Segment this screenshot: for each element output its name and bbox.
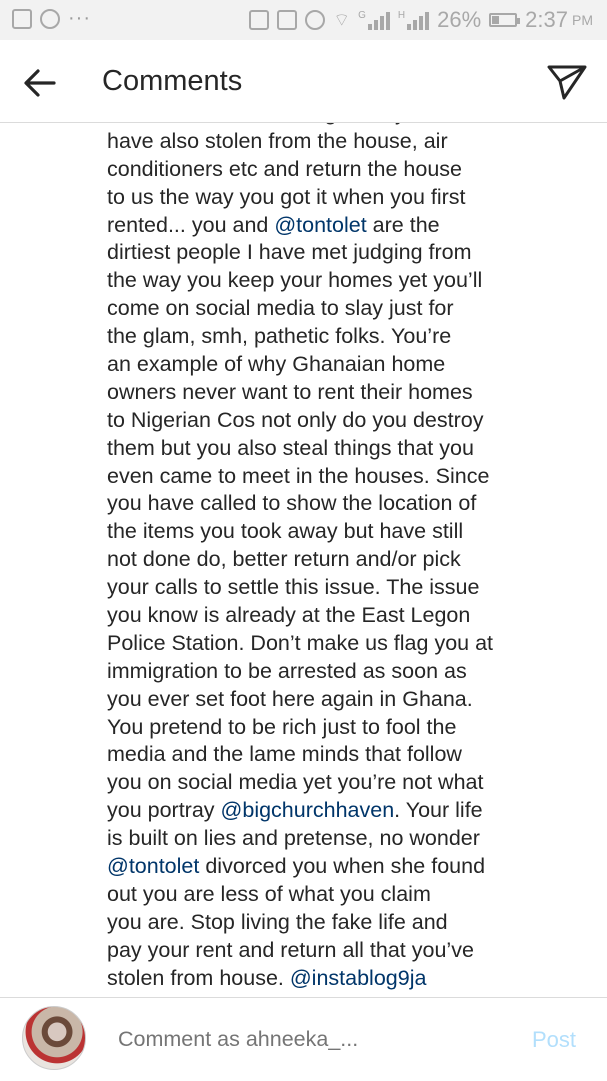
comment-text-segment: them but you also steal things that you — [107, 435, 474, 460]
comment-text-segment: owners never want to rent their homes — [107, 379, 473, 404]
status-left: ··· — [12, 7, 91, 30]
signal-g-icon: G — [358, 10, 390, 30]
clock-ampm: PM — [572, 12, 593, 28]
comment-text-segment: divorced you when she found — [199, 854, 486, 879]
comment-line: you ever set foot here again in Ghana. — [107, 686, 577, 714]
comment-text-segment: to us the way you got it when you first — [107, 184, 466, 209]
alarm-icon — [305, 10, 326, 30]
send-direct-icon[interactable] — [546, 62, 588, 102]
comment-line: you are. Stop living the fake life and — [107, 909, 577, 937]
comment-line: you know is already at the East Legon — [107, 602, 577, 630]
post-button[interactable]: Post — [532, 1027, 576, 1053]
comment-line: @tontolet divorced you when she found — [107, 853, 577, 881]
status-right: ⌔ G H 26% 2:37 PM — [249, 7, 593, 33]
comment-text-segment: you on social media yet you’re not what — [107, 770, 484, 795]
comment-line: you portray @bigchurchhaven. Your life — [107, 797, 577, 825]
mention-link[interactable]: @bigchurchhaven — [221, 798, 395, 822]
comment-line: is built on lies and pretense, no wonder — [107, 825, 577, 853]
comment-text-segment: an example of why Ghanaian home — [107, 352, 446, 377]
comment-line: an example of why Ghanaian home — [107, 351, 577, 379]
comment-line: them but you also steal things that you — [107, 435, 577, 463]
comment-text: rent. Return all the things that youhave… — [107, 100, 577, 1020]
comment-text-segment: Police Station. Don’t make us flag you a… — [107, 630, 494, 655]
comment-text-segment: dirtiest people I have met judging from — [107, 240, 472, 265]
comment-line: to Nigerian Cos not only do you destroy — [107, 407, 577, 435]
mention-link[interactable]: @instablog9ja — [290, 966, 427, 990]
comment-line: not done do, better return and/or pick — [107, 546, 577, 574]
comment-line: have also stolen from the house, air — [107, 128, 577, 156]
status-bar: ··· ⌔ G H 26% 2:37 PM — [0, 0, 607, 40]
comment-line: Police Station. Don’t make us flag you a… — [107, 630, 577, 658]
arrow-left-icon[interactable] — [20, 63, 60, 103]
comment-line: immigration to be arrested as soon as — [107, 658, 577, 686]
comment-line: your calls to settle this issue. The iss… — [107, 574, 577, 602]
comment-line: you have called to show the location of — [107, 490, 577, 518]
comment-text-segment: your calls to settle this issue. The iss… — [107, 575, 480, 600]
comment-line: to us the way you got it when you first — [107, 184, 577, 212]
page-title: Comments — [102, 65, 243, 97]
battery-icon — [489, 13, 521, 27]
comment-text-segment: stolen from house. — [107, 965, 290, 990]
comment-line: the way you keep your homes yet you’ll — [107, 267, 577, 295]
comment-composer: Post — [0, 997, 607, 1081]
comment-text-segment: the glam, smh, pathetic folks. You’re — [107, 324, 452, 349]
comment-line: conditioners etc and return the house — [107, 156, 577, 184]
comment-text-segment: come on social media to slay just for — [107, 296, 454, 321]
comment-text-segment: you have called to show the location of — [107, 491, 477, 516]
comment-text-segment: out you are less of what you claim — [107, 881, 431, 906]
comment-line: pay your rent and return all that you’ve — [107, 937, 577, 965]
comment-text-segment: you know is already at the East Legon — [107, 603, 471, 628]
comment-line: you on social media yet you’re not what — [107, 769, 577, 797]
comment-line: rented... you and @tontolet are the — [107, 212, 577, 240]
comment-text-segment: not done do, better return and/or pick — [107, 547, 461, 572]
mention-link[interactable]: @tontolet — [107, 854, 199, 878]
comment-text-segment: are the — [366, 212, 440, 237]
clock-time: 2:37 — [525, 7, 568, 32]
comment-text-segment: pay your rent and return all that you’ve — [107, 937, 474, 962]
mention-link[interactable]: @tontolet — [274, 213, 366, 237]
avatar — [22, 1006, 86, 1070]
comment-line: You pretend to be rich just to fool the — [107, 714, 577, 742]
comment-line: media and the lame minds that follow — [107, 741, 577, 769]
comment-text-segment: have also stolen from the house, air — [107, 128, 448, 153]
comment-text-segment: rented... you and — [107, 212, 275, 237]
comment-text-segment: You pretend to be rich just to fool the — [107, 714, 457, 739]
comment-line: out you are less of what you claim — [107, 881, 577, 909]
comment-line: come on social media to slay just for — [107, 295, 577, 323]
comment-text-segment: . Your life — [394, 798, 483, 823]
comment-text-segment: media and the lame minds that follow — [107, 742, 462, 767]
sync-notification-icon — [40, 8, 60, 29]
more-notifications-icon: ··· — [68, 7, 91, 29]
comments-header: Comments — [0, 40, 607, 123]
photo-icon — [277, 10, 298, 30]
comment-line: dirtiest people I have met judging from — [107, 239, 577, 267]
comment-line: owners never want to rent their homes — [107, 379, 577, 407]
wifi-icon: ⌔ — [333, 9, 351, 30]
comment-text-segment: conditioners etc and return the house — [107, 156, 462, 181]
comment-text-segment: you are. Stop living the fake life and — [107, 909, 448, 934]
comment-text-segment: even came to meet in the houses. Since — [107, 463, 490, 488]
image-notification-icon — [12, 8, 32, 29]
comment-input[interactable] — [118, 1027, 498, 1052]
battery-percent: 26% — [437, 7, 482, 32]
comment-text-segment: is built on lies and pretense, no wonder — [107, 826, 480, 851]
comment-text-segment: you ever set foot here again in Ghana. — [107, 686, 473, 711]
comment-line: stolen from house. @instablog9ja — [107, 965, 577, 993]
comment-text-segment: the way you keep your homes yet you’ll — [107, 268, 483, 293]
comment-text-segment: the items you took away but have still — [107, 519, 464, 544]
comment-line: even came to meet in the houses. Since — [107, 463, 577, 491]
comment-line: the items you took away but have still — [107, 518, 577, 546]
comment-text-segment: you portray — [107, 798, 221, 823]
calendar-icon — [249, 10, 270, 30]
comment-text-segment: to Nigerian Cos not only do you destroy — [107, 407, 484, 432]
signal-h-icon: H — [398, 10, 430, 30]
comment-line: the glam, smh, pathetic folks. You’re — [107, 323, 577, 351]
comment-text-segment: immigration to be arrested as soon as — [107, 658, 467, 683]
